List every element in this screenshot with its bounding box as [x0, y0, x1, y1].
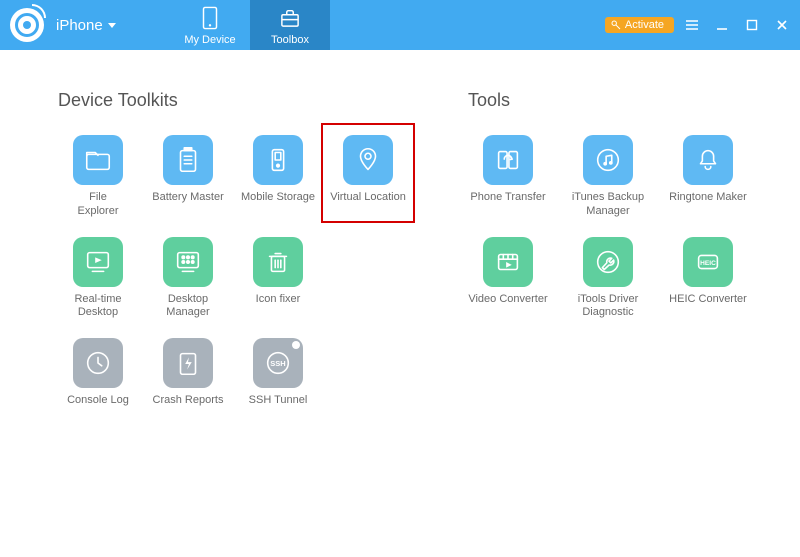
activate-label: Activate [625, 19, 664, 31]
toolkit-item-itools-driver[interactable]: iTools Driver Diagnostic [568, 237, 648, 321]
tab-my-device[interactable]: My Device [170, 0, 250, 50]
maximize-icon [745, 18, 759, 32]
toolkit-item-realtime-desktop[interactable]: Real-time Desktop [58, 237, 138, 321]
toolkit-item-label: SSH Tunnel [249, 394, 308, 420]
play-monitor-icon [73, 237, 123, 287]
minimize-icon [715, 18, 729, 32]
section-title-device-toolkits: Device Toolkits [58, 90, 408, 111]
activate-button[interactable]: Activate [605, 17, 674, 33]
toolkit-item-virtual-location[interactable]: Virtual Location [328, 135, 408, 219]
app-logo-area: iPhone [0, 8, 170, 42]
close-icon [775, 18, 789, 32]
minimize-button[interactable] [710, 13, 734, 37]
toolkit-item-desktop-manager[interactable]: Desktop Manager [148, 237, 228, 321]
key-icon [611, 20, 621, 30]
device-dropdown[interactable]: iPhone [56, 17, 116, 34]
toolkit-item-ringtone-maker[interactable]: Ringtone Maker [668, 135, 748, 219]
content: Device Toolkits File Explorer Battery Mas… [0, 50, 800, 420]
close-button[interactable] [770, 13, 794, 37]
device-toolkits-section: Device Toolkits File Explorer Battery Mas… [58, 90, 408, 420]
section-title-tools: Tools [468, 90, 748, 111]
toolkit-item-itunes-backup[interactable]: iTunes Backup Manager [568, 135, 648, 219]
toolkit-item-label: Real-time Desktop [58, 293, 138, 321]
toolkit-item-icon-fixer[interactable]: Icon fixer [238, 237, 318, 321]
grid-monitor-icon [163, 237, 213, 287]
toolkit-item-label: Battery Master [152, 191, 224, 217]
toolkit-item-label: Virtual Location [330, 191, 406, 217]
trash-icon [253, 237, 303, 287]
titlebar: iPhone My Device Toolbox Activate [0, 0, 800, 50]
toolkit-item-label: HEIC Converter [669, 293, 747, 319]
svg-text:HEIC: HEIC [700, 259, 716, 266]
folder-icon [73, 135, 123, 185]
toolkit-item-label: iTunes Backup Manager [568, 191, 648, 219]
toolkit-item-label: Icon fixer [256, 293, 301, 319]
toolkit-item-label: Crash Reports [153, 394, 224, 420]
device-label: iPhone [56, 17, 103, 34]
toolkit-item-phone-transfer[interactable]: Phone Transfer [468, 135, 548, 219]
film-icon [483, 237, 533, 287]
tools-section: Tools Phone Transfer iTunes Backup Manage… [468, 90, 748, 420]
wrench-icon [583, 237, 633, 287]
bell-icon [683, 135, 733, 185]
menu-button[interactable] [680, 13, 704, 37]
toolkit-item-crash-reports[interactable]: Crash Reports [148, 338, 228, 420]
toolkit-item-console-log[interactable]: Console Log [58, 338, 138, 420]
toolkit-item-label: Phone Transfer [470, 191, 545, 217]
drive-icon [253, 135, 303, 185]
toolkit-item-battery-master[interactable]: Battery Master [148, 135, 228, 219]
toolkit-item-label: Desktop Manager [148, 293, 228, 321]
music-icon [583, 135, 633, 185]
bolt-icon [163, 338, 213, 388]
toolkit-item-heic-converter[interactable]: HEIC HEIC Converter [668, 237, 748, 321]
tab-toolbox[interactable]: Toolbox [250, 0, 330, 50]
toolkit-item-video-converter[interactable]: Video Converter [468, 237, 548, 321]
svg-text:SSH: SSH [270, 359, 285, 368]
badge-dot [292, 341, 300, 349]
toolkit-item-label: File Explorer [78, 191, 119, 219]
pin-icon [343, 135, 393, 185]
toolkit-item-label: iTools Driver Diagnostic [568, 293, 648, 321]
toolkit-item-file-explorer[interactable]: File Explorer [58, 135, 138, 219]
toolkit-item-mobile-storage[interactable]: Mobile Storage [238, 135, 318, 219]
tab-label: My Device [184, 34, 235, 46]
battery-icon [163, 135, 213, 185]
phones-icon [483, 135, 533, 185]
ssh-icon: SSH [253, 338, 303, 388]
maximize-button[interactable] [740, 13, 764, 37]
toolkit-item-label: Console Log [67, 394, 129, 420]
tab-label: Toolbox [271, 34, 309, 46]
toolkit-item-label: Ringtone Maker [669, 191, 747, 217]
toolkit-item-label: Mobile Storage [241, 191, 315, 217]
tools-grid: Phone Transfer iTunes Backup Manager Ringt… [468, 135, 748, 320]
toolbox-icon [277, 5, 303, 31]
window-controls: Activate [605, 13, 794, 37]
device-toolkits-grid: File Explorer Battery Master Mobile Storag… [58, 135, 408, 420]
menu-icon [685, 18, 699, 32]
toolkit-item-label: Video Converter [468, 293, 547, 319]
app-logo-icon [10, 8, 44, 42]
tablet-icon [197, 5, 223, 31]
clock-icon [73, 338, 123, 388]
toolkit-item-ssh-tunnel[interactable]: SSH SSH Tunnel [238, 338, 318, 420]
chevron-down-icon [108, 23, 116, 28]
heic-icon: HEIC [683, 237, 733, 287]
nav-tabs: My Device Toolbox [170, 0, 330, 50]
